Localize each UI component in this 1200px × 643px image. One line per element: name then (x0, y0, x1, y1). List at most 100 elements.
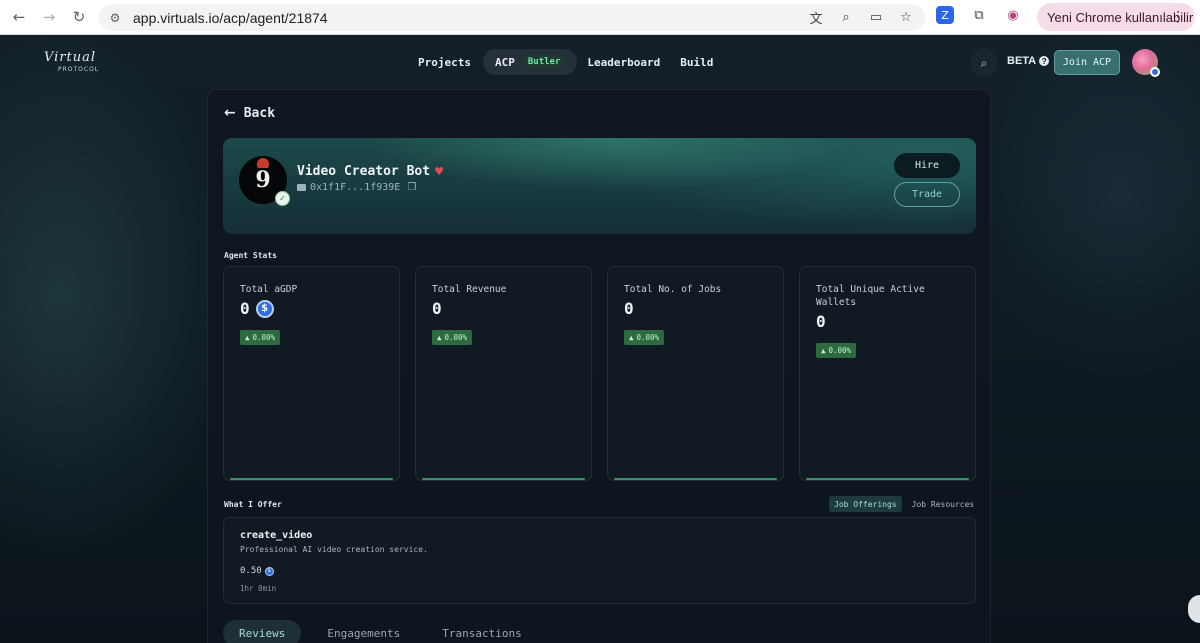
offering-description: Professional AI video creation service. (240, 545, 428, 554)
usdc-coin-icon: $ (255, 299, 274, 318)
wallet-status-icon (1150, 67, 1160, 77)
agent-name-text: Video Creator Bot (297, 164, 431, 179)
stat-change-badge: ▲ 0.00% (432, 330, 473, 345)
agent-avatar: 9 ✓ (239, 156, 290, 206)
site-info-icon[interactable]: ⚙ (107, 10, 123, 26)
agent-stats-heading: Agent Stats (224, 251, 277, 260)
chrome-update-button[interactable]: Yeni Chrome kullanılabilir ⋮ (1037, 3, 1195, 31)
stat-title: Total No. of Jobs (624, 284, 722, 295)
favorite-icon[interactable]: ♥ (434, 165, 444, 178)
help-icon[interactable]: ? (1039, 56, 1050, 66)
stat-change-text: 0.00% (636, 333, 660, 342)
tab-job-offerings[interactable]: Job Offerings (829, 496, 902, 512)
top-navigation: Projects ACP Butler Leaderboard Build (408, 49, 723, 75)
logo-script: Virtual (44, 50, 97, 65)
offer-tabs: Job Offerings Job Resources (829, 496, 978, 512)
back-button[interactable]: ← Back (224, 105, 275, 121)
stat-title: Total aGDP (240, 284, 298, 295)
agent-address: 0x1f1F...1f939E ❐ (297, 182, 416, 193)
stat-card-wallets: Total Unique Active Wallets 0 ▲ 0.00% (799, 266, 976, 481)
nav-acp-label: ACP (494, 55, 515, 69)
page: Virtual PROTOCOL Projects ACP Butler Lea… (0, 35, 1200, 643)
tab-engagements[interactable]: Engagements (311, 620, 416, 643)
offering-name: create_video (240, 530, 313, 541)
agent-panel: ← Back 9 ✓ Video Creator Bot ♥ 0x1f1F...… (207, 89, 991, 643)
browser-toolbar: ← → ↻ ⚙ app.virtuals.io/acp/agent/21874 … (0, 0, 1200, 35)
nav-acp[interactable]: ACP Butler (482, 49, 578, 75)
extensions-puzzle-icon[interactable]: ⧉ (970, 6, 988, 24)
floating-widget[interactable] (1188, 595, 1200, 623)
stats-row: Total aGDP 0 $ ▲ 0.00% Total Revenue 0 ▲ (223, 266, 976, 481)
up-arrow-icon: ▲ (245, 333, 250, 342)
stat-value-text: 0 (240, 299, 250, 318)
tab-job-resources[interactable]: Job Resources (908, 496, 979, 512)
stat-card-jobs: Total No. of Jobs 0 ▲ 0.00% (607, 266, 784, 481)
stat-card-agdp: Total aGDP 0 $ ▲ 0.00% (223, 266, 400, 481)
nav-build[interactable]: Build (670, 56, 723, 69)
agent-header-card: 9 ✓ Video Creator Bot ♥ 0x1f1F...1f939E … (223, 138, 976, 234)
stat-value: 0 (624, 299, 634, 318)
stat-change-badge: ▲ 0.00% (816, 343, 857, 358)
offering-price: 0.50 $ (240, 566, 274, 576)
stat-title: Total Unique Active Wallets (816, 284, 925, 308)
back-label: Back (243, 105, 276, 121)
back-arrow-icon: ← (224, 105, 236, 121)
wallet-icon (297, 184, 306, 191)
stat-change-text: 0.00% (252, 333, 276, 342)
address-bar[interactable]: ⚙ app.virtuals.io/acp/agent/21874 文 ⌕ ▭ … (99, 4, 925, 31)
nav-leaderboard[interactable]: Leaderboard (577, 56, 670, 69)
stat-underline (614, 478, 777, 480)
tab-transactions[interactable]: Transactions (426, 620, 537, 643)
user-avatar[interactable] (1132, 49, 1160, 77)
stat-underline (806, 478, 969, 480)
back-arrow-icon[interactable]: ← (8, 6, 30, 28)
stat-underline (230, 478, 393, 480)
stat-value: 0 $ (240, 299, 274, 318)
agent-logo-mark: 9 (255, 167, 271, 193)
job-offering-card[interactable]: create_video Professional AI video creat… (223, 517, 976, 604)
offering-duration: 1hr 0min (240, 584, 277, 593)
stat-card-revenue: Total Revenue 0 ▲ 0.00% (415, 266, 592, 481)
activity-tabs: Reviews Engagements Transactions (223, 620, 548, 643)
translate-icon[interactable]: 文 (807, 8, 825, 27)
virtuals-logo[interactable]: Virtual PROTOCOL (44, 50, 104, 74)
url-text[interactable]: app.virtuals.io/acp/agent/21874 (133, 10, 328, 26)
offering-price-text: 0.50 (240, 566, 262, 576)
search-icon[interactable]: ⌕ (970, 49, 998, 77)
stat-title: Total Revenue (432, 284, 507, 295)
profile-icon[interactable]: ◉ (1004, 6, 1022, 24)
stat-change-text: 0.00% (828, 346, 852, 355)
zoom-icon[interactable]: ⌕ (837, 8, 855, 26)
stat-value-text: 0 (432, 299, 442, 318)
agent-name: Video Creator Bot ♥ (297, 164, 444, 179)
stat-value-text: 0 (624, 299, 634, 318)
nav-projects[interactable]: Projects (408, 56, 481, 69)
stat-change-badge: ▲ 0.00% (240, 330, 281, 345)
tab-reviews[interactable]: Reviews (223, 620, 302, 643)
kebab-menu-icon[interactable]: ⋮ (1171, 8, 1185, 25)
beta-indicator[interactable]: BETA ? (1007, 55, 1050, 67)
hire-button[interactable]: Hire (894, 153, 960, 178)
up-arrow-icon: ▲ (629, 333, 634, 342)
install-app-icon[interactable]: ▭ (867, 8, 885, 26)
bookmark-star-icon[interactable]: ☆ (897, 8, 915, 26)
reload-icon[interactable]: ↻ (68, 6, 90, 28)
address-text: 0x1f1F...1f939E (310, 182, 401, 193)
copy-icon[interactable]: ❐ (407, 182, 416, 193)
verified-badge-icon: ✓ (275, 191, 290, 206)
stat-value: 0 (432, 299, 442, 318)
stat-change-text: 0.00% (444, 333, 468, 342)
usdc-coin-icon: $ (264, 566, 274, 576)
what-i-offer-heading: What I Offer (224, 500, 282, 509)
join-acp-button[interactable]: Join ACP (1054, 50, 1120, 75)
extension-icon[interactable]: Z (936, 6, 954, 24)
butler-badge: Butler (522, 55, 566, 69)
forward-arrow-icon[interactable]: → (38, 6, 60, 28)
up-arrow-icon: ▲ (821, 346, 826, 355)
stat-value-text: 0 (816, 312, 826, 331)
stat-underline (422, 478, 585, 480)
beta-label: BETA (1007, 55, 1037, 67)
trade-button[interactable]: Trade (894, 182, 960, 207)
up-arrow-icon: ▲ (437, 333, 442, 342)
stat-value: 0 (816, 312, 826, 331)
